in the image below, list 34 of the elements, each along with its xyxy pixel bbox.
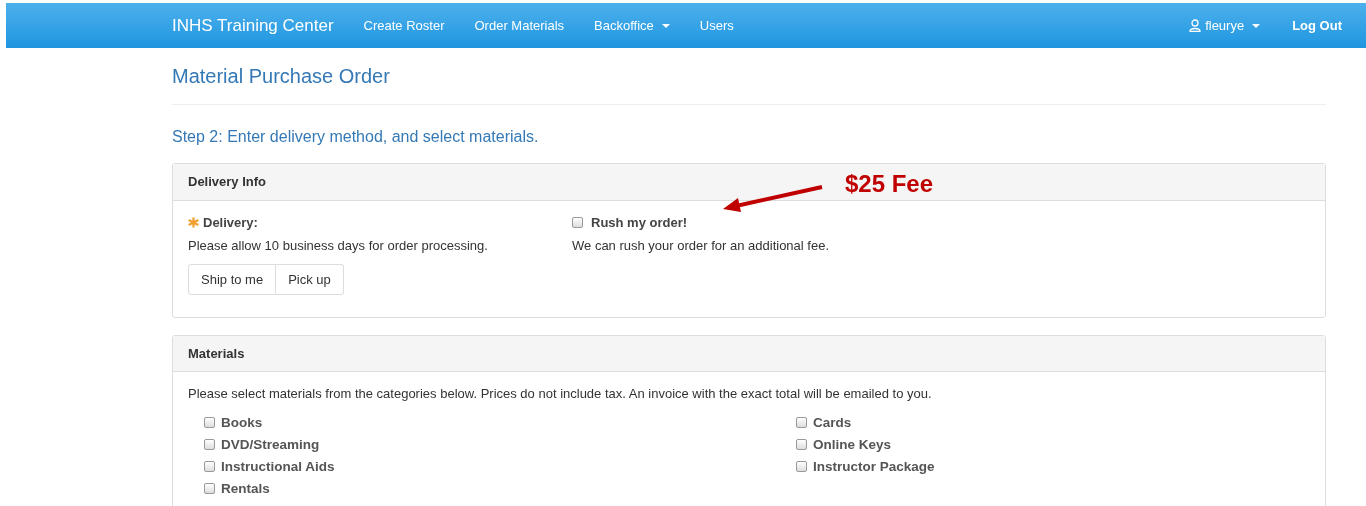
category-label: Rentals [221, 479, 270, 498]
category-label: Online Keys [813, 435, 892, 454]
checkbox-label: Rush my order! [591, 213, 688, 232]
delivery-option-button[interactable]: Ship to me [188, 263, 277, 296]
instructions-text: Please select materials from the categories below. Prices do not include tax. An invoice with the exact total will be emailed to you. [188, 385, 933, 404]
category-label: Cards [813, 413, 852, 432]
annotation-text: $25 Fee [845, 169, 934, 199]
category-checkbox[interactable] [796, 439, 807, 451]
user-icon [1189, 19, 1202, 32]
step-heading: Step 2: Enter delivery method, and select materials. [172, 127, 540, 147]
panel-heading: Materials [173, 335, 1325, 373]
nav-link[interactable]: Order Materials [474, 15, 565, 36]
category-label: Books [221, 413, 263, 432]
category-checkbox[interactable] [204, 483, 215, 495]
category-label: Instructor Package [813, 457, 935, 476]
field-label: Delivery: [203, 213, 258, 232]
category-checkbox[interactable] [204, 439, 215, 451]
category-checkbox[interactable] [796, 417, 807, 429]
category-checkbox[interactable] [796, 461, 807, 473]
category-label: Instructional Aids [221, 457, 335, 476]
help-text: Please allow 10 business days for order processing. [188, 237, 489, 256]
category-checkbox[interactable] [204, 461, 215, 473]
user-menu[interactable]: fleurye [1189, 15, 1261, 36]
nav-link[interactable]: Users [699, 15, 734, 36]
nav-link[interactable]: Create Roster [363, 15, 445, 36]
help-text: We can rush your order for an additional fee. [572, 237, 830, 256]
category-label: DVD/Streaming [221, 435, 320, 454]
page-title: Material Purchase Order [172, 64, 1326, 105]
logout-link[interactable]: Log Out [1292, 15, 1342, 36]
delivery-option-button[interactable]: Pick up [276, 263, 344, 296]
category-checkbox[interactable] [204, 417, 215, 429]
rush-checkbox[interactable] [572, 216, 583, 228]
nav-link[interactable]: Backoffice [594, 15, 670, 36]
brand-link[interactable]: INHS Training Center [172, 12, 334, 39]
